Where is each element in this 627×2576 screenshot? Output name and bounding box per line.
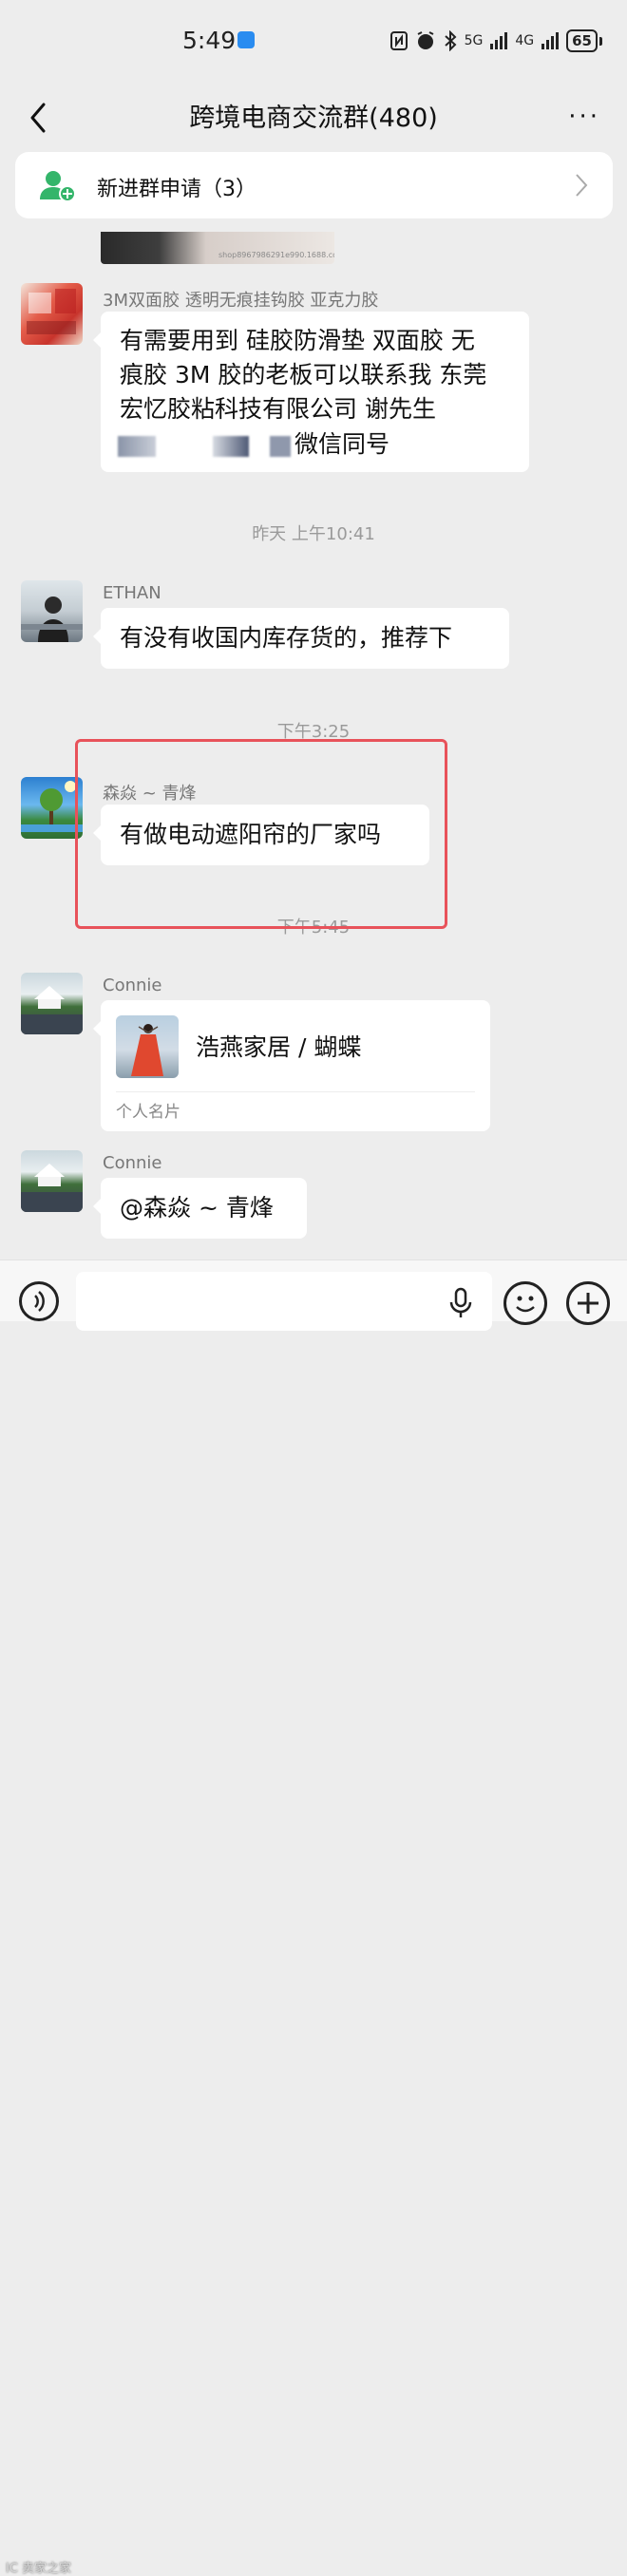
emoji-face: [516, 1296, 535, 1313]
more-icon[interactable]: ···: [568, 103, 600, 131]
message-line: 有需要用到 硅胶防滑垫 双面胶 无: [120, 327, 475, 354]
avatar[interactable]: [21, 283, 83, 345]
avatar-image: [21, 597, 83, 642]
watermark: IC 卖家之家: [6, 2562, 72, 2576]
sender-name: Connie: [103, 1153, 162, 1173]
card-type-label: 个人名片: [116, 1103, 180, 1122]
join-request-banner[interactable]: 新进群申请（3）: [15, 152, 613, 218]
sender-name: 3M双面胶 透明无痕挂钩胶 亚克力胶: [103, 291, 379, 311]
join-request-text: 新进群申请（3）: [97, 178, 256, 201]
avatar-image: [27, 289, 76, 334]
voice-icon[interactable]: [19, 1281, 59, 1321]
emoji-icon[interactable]: [504, 1281, 547, 1325]
redacted-phone-block: [270, 436, 291, 457]
chat-header: 跨境电商交流群(480) ···: [0, 82, 627, 146]
battery-tip: [599, 36, 602, 46]
add-member-icon: [40, 171, 76, 201]
signal-2-icon: [542, 32, 560, 49]
card-name: 浩燕家居 / 蝴蝶: [196, 1033, 362, 1061]
notification-app-icon: [238, 31, 255, 48]
system-icons: 5G 4G 65: [390, 28, 602, 53]
plus-icon[interactable]: [566, 1281, 610, 1325]
sender-name: ETHAN: [103, 583, 162, 603]
redacted-phone-block: [118, 436, 156, 457]
message-bubble[interactable]: 有没有收国内库存货的，推荐下: [93, 608, 509, 669]
battery-icon: 65: [566, 29, 598, 52]
nfc-icon: [390, 31, 408, 50]
network-4g-label: 4G: [515, 33, 535, 48]
card-avatar-image: [131, 1024, 163, 1076]
network-5g-label: 5G: [464, 33, 484, 48]
avatar[interactable]: [21, 1150, 83, 1212]
highlight-box: [75, 739, 447, 929]
signal-icon: [490, 32, 508, 49]
sender-name: Connie: [103, 975, 162, 995]
message-bubble[interactable]: @森焱 ~ 青烽: [93, 1178, 307, 1239]
timestamp: 昨天 上午10:41: [252, 524, 375, 544]
input-bar: IC 卖家之家: [0, 1260, 627, 2576]
message-line-suffix: 微信同号: [294, 430, 390, 458]
card-divider: [116, 1091, 475, 1092]
image-message-fragment[interactable]: shop8967986291e990.1688.com: [101, 232, 334, 264]
contact-card[interactable]: 浩燕家居 / 蝴蝶 个人名片: [93, 1000, 490, 1131]
message-line: 宏忆胶粘科技有限公司 谢先生: [120, 395, 436, 423]
chevron-right-icon: [576, 174, 588, 197]
avatar[interactable]: [21, 777, 83, 839]
status-time: 5:49: [182, 27, 237, 54]
status-bar: 5:49 5G 4G 65: [0, 0, 627, 82]
battery-level: 65: [572, 32, 592, 49]
alarm-icon: [417, 31, 434, 49]
mic-icon[interactable]: [448, 1287, 473, 1319]
bluetooth-icon: [444, 30, 457, 51]
avatar[interactable]: [21, 580, 83, 642]
message-input[interactable]: [76, 1272, 492, 1331]
group-title: 跨境电商交流群(480): [189, 104, 438, 133]
card-avatar: [116, 1015, 179, 1078]
message-bubble[interactable]: 有需要用到 硅胶防滑垫 双面胶 无 痕胶 3M 胶的老板可以联系我 东莞 宏忆胶…: [93, 312, 529, 472]
avatar-image: [21, 1164, 83, 1212]
redacted-phone-block: [213, 436, 249, 457]
avatar-image: [21, 986, 83, 1034]
plus-glyph: [578, 1293, 598, 1314]
image-caption: shop8967986291e990.1688.com: [218, 251, 334, 259]
message-line: 痕胶 3M 胶的老板可以联系我 东莞: [120, 361, 487, 388]
voice-waves: [34, 1291, 45, 1312]
avatar-image: [21, 781, 83, 832]
avatar[interactable]: [21, 973, 83, 1034]
